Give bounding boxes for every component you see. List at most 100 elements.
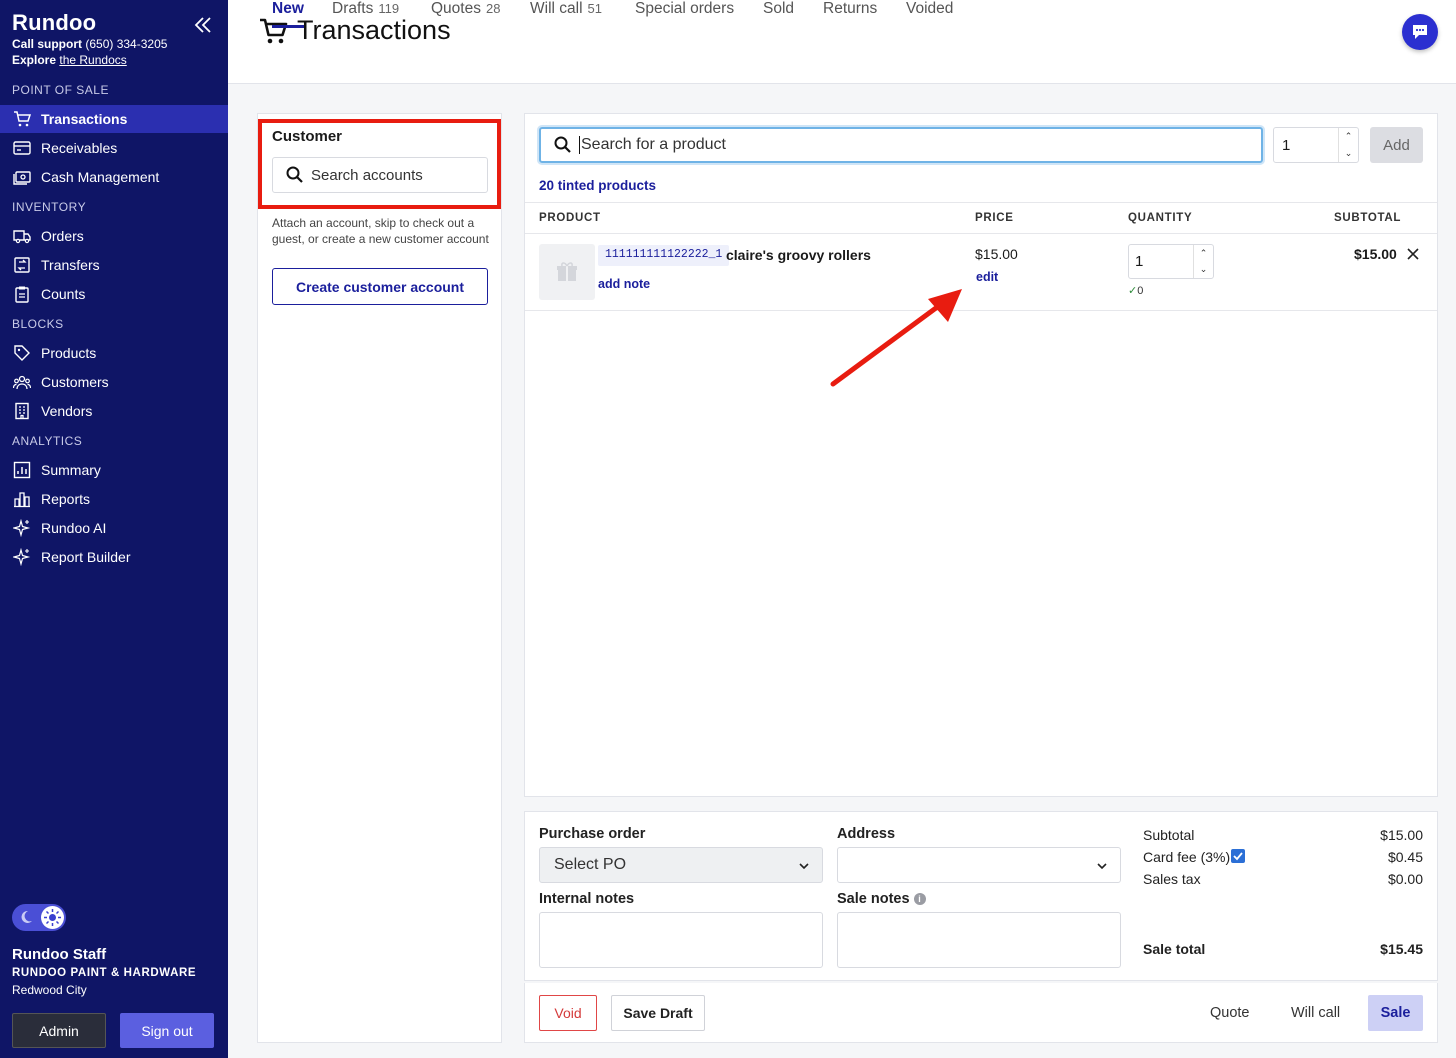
sidebar-item-reports[interactable]: Reports [0, 485, 228, 513]
chevron-down-icon [799, 863, 809, 870]
tab-special-orders[interactable]: Special orders [635, 0, 734, 28]
sidebar-item-receivables[interactable]: Receivables [0, 134, 228, 162]
sale-notes-label-wrap: Sale notes i [837, 891, 926, 907]
save-draft-button[interactable]: Save Draft [611, 995, 705, 1031]
tab-will-call[interactable]: Will call 51 [530, 0, 602, 28]
sidebar-item-orders[interactable]: Orders [0, 222, 228, 250]
sidebar-item-rundoo-ai[interactable]: Rundoo AI [0, 514, 228, 542]
sale-total-value: $15.45 [1380, 941, 1423, 957]
address-label: Address [837, 826, 896, 842]
quantity-stepper[interactable]: ⌃ ⌄ [1193, 245, 1213, 278]
chevron-up-icon[interactable]: ⌃ [1200, 248, 1208, 259]
chevron-up-icon[interactable]: ⌃ [1345, 131, 1353, 142]
product-sku[interactable]: 111111111122222_1 [598, 245, 730, 266]
rundocs-link[interactable]: the Rundocs [59, 53, 126, 67]
tab-count: 119 [378, 1, 400, 16]
chevron-down-icon [1097, 863, 1107, 870]
sale-notes-textarea[interactable] [837, 912, 1121, 968]
theme-toggle[interactable] [12, 904, 66, 931]
remove-item-icon[interactable] [1406, 247, 1420, 261]
will-call-button[interactable]: Will call [1291, 995, 1340, 1031]
section-point-of-sale: POINT OF SALE [12, 83, 109, 97]
product-search-input[interactable]: Search for a product [539, 127, 1263, 163]
quantity-stepper[interactable]: ⌃ ⌄ [1338, 128, 1358, 162]
sun-icon [44, 909, 61, 926]
sparkle-icon [13, 548, 31, 566]
toggle-knob [41, 906, 64, 929]
annotation-arrow [830, 289, 962, 387]
void-button[interactable]: Void [539, 995, 597, 1031]
credit-card-icon [13, 141, 31, 155]
purchase-order-value: Select PO [554, 856, 627, 873]
sidebar-item-label: Receivables [41, 140, 118, 156]
sign-out-button[interactable]: Sign out [120, 1013, 214, 1048]
customer-help-text: Attach an account, skip to check out a g… [272, 216, 489, 246]
search-accounts-placeholder: Search accounts [311, 166, 423, 184]
sidebar-item-products[interactable]: Products [0, 339, 228, 367]
purchase-order-select[interactable]: Select PO [539, 847, 823, 883]
internal-notes-textarea[interactable] [539, 912, 823, 968]
clipboard-icon [15, 286, 29, 303]
add-note-link[interactable]: add note [598, 277, 650, 291]
price-edit-link[interactable]: edit [976, 270, 998, 284]
sales-tax-value: $0.00 [1387, 871, 1423, 887]
tab-drafts[interactable]: Drafts 119 [332, 0, 399, 28]
subtotal-label: Subtotal [1143, 827, 1195, 843]
address-select[interactable] [837, 847, 1121, 883]
quote-button[interactable]: Quote [1210, 995, 1250, 1031]
tab-sold[interactable]: Sold [763, 0, 794, 28]
chevron-down-icon[interactable]: ⌄ [1200, 264, 1208, 275]
sidebar-item-transfers[interactable]: Transfers [0, 251, 228, 279]
tab-label: Sold [763, 0, 795, 17]
check-icon [1233, 852, 1243, 861]
sidebar-item-label: Summary [41, 462, 101, 478]
create-customer-account-button[interactable]: Create customer account [272, 268, 488, 305]
section-analytics: ANALYTICS [12, 434, 83, 448]
sidebar-item-transactions[interactable]: Transactions [0, 105, 228, 133]
section-inventory: INVENTORY [12, 200, 87, 214]
card-fee-checkbox[interactable] [1231, 849, 1245, 863]
sidebar-item-summary[interactable]: Summary [0, 456, 228, 484]
tab-label: Will call [530, 0, 583, 17]
product-thumbnail [539, 244, 595, 300]
sale-button[interactable]: Sale [1368, 995, 1423, 1031]
tab-voided[interactable]: Voided [906, 0, 953, 28]
user-city: Redwood City [12, 983, 87, 997]
support-label: Call support [12, 37, 83, 51]
sidebar-item-label: Report Builder [41, 549, 131, 565]
product-name: claire's groovy rollers [726, 247, 871, 263]
sidebar-item-label: Products [41, 345, 97, 361]
admin-button[interactable]: Admin [12, 1013, 106, 1048]
cash-icon [13, 171, 31, 185]
add-quantity-input[interactable]: 1 ⌃ ⌄ [1273, 127, 1359, 163]
sidebar-item-customers[interactable]: Customers [0, 368, 228, 396]
search-accounts-input[interactable]: Search accounts [272, 157, 488, 193]
sidebar-item-cash-management[interactable]: Cash Management [0, 163, 228, 191]
add-product-button[interactable]: Add [1370, 127, 1423, 163]
tab-new[interactable]: New [272, 0, 304, 28]
sidebar-item-vendors[interactable]: Vendors [0, 397, 228, 425]
row-quantity-input[interactable]: 1 ⌃ ⌄ [1128, 244, 1214, 279]
chat-button[interactable] [1402, 14, 1438, 50]
tab-returns[interactable]: Returns [823, 0, 877, 28]
support-phone[interactable]: (650) 334-3205 [85, 37, 167, 51]
collapse-sidebar-icon[interactable] [192, 14, 214, 36]
info-icon[interactable]: i [913, 893, 926, 905]
tinted-products-link[interactable]: 20 tinted products [539, 178, 656, 193]
sidebar-item-label: Cash Management [41, 169, 160, 185]
tag-icon [14, 345, 30, 361]
column-header-product: PRODUCT [539, 212, 601, 224]
customer-label: Customer [272, 128, 343, 145]
sidebar-item-counts[interactable]: Counts [0, 280, 228, 308]
sidebar-item-report-builder[interactable]: Report Builder [0, 543, 228, 571]
user-name: Rundoo Staff [12, 946, 107, 963]
stock-indicator: ✓0 [1128, 284, 1143, 297]
tab-quotes[interactable]: Quotes 28 [431, 0, 500, 28]
sales-tax-label: Sales tax [1143, 871, 1201, 887]
explore-label: Explore [12, 53, 57, 67]
brand-logo[interactable]: Rundoo [12, 10, 96, 36]
truck-icon [13, 230, 31, 244]
sale-notes-label: Sale notes [837, 891, 910, 907]
chevron-down-icon[interactable]: ⌄ [1345, 148, 1353, 159]
sidebar-item-label: Customers [41, 374, 109, 390]
